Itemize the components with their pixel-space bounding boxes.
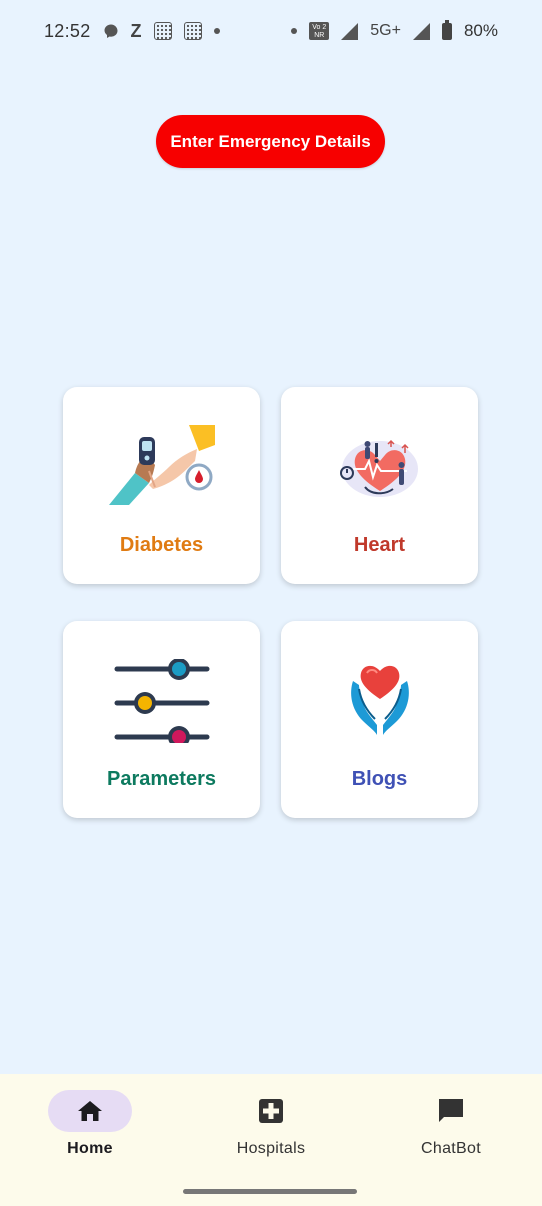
hospital-cross-icon bbox=[259, 1099, 283, 1123]
parameters-card[interactable]: Parameters bbox=[63, 621, 260, 818]
heart-card[interactable]: Heart bbox=[281, 387, 478, 584]
volte-icon: Vo 2 NR bbox=[309, 22, 330, 40]
heart-label: Heart bbox=[353, 534, 406, 556]
heart-in-hands-icon bbox=[351, 665, 409, 735]
signal-icon bbox=[412, 22, 430, 40]
hospitals-pill[interactable] bbox=[229, 1090, 313, 1132]
nav-item-home[interactable]: Home bbox=[30, 1090, 150, 1170]
chat-bubble-icon bbox=[439, 1099, 463, 1122]
network-type: 5G+ bbox=[370, 22, 401, 39]
status-left: 12:52 Z bbox=[44, 21, 220, 42]
messenger-icon bbox=[103, 23, 119, 39]
notification-dot-icon bbox=[213, 28, 220, 34]
battery-percent: 80% bbox=[463, 21, 498, 40]
signal-icon bbox=[341, 22, 359, 40]
diabetes-card[interactable]: Diabetes bbox=[63, 387, 260, 584]
blogs-label: Blogs bbox=[351, 768, 408, 790]
battery-icon bbox=[441, 19, 452, 40]
heart-checkup-icon bbox=[340, 439, 418, 497]
nav-item-hospitals[interactable]: Hospitals bbox=[211, 1090, 331, 1170]
z-icon: Z bbox=[130, 20, 142, 41]
home-active-indicator[interactable] bbox=[48, 1090, 132, 1132]
nav-label-hospitals: Hospitals bbox=[236, 1140, 306, 1157]
enter-emergency-details-button[interactable]: Enter Emergency Details bbox=[156, 115, 385, 168]
status-bar: 12:52 Z Vo 2 NR 5G+ 80% bbox=[0, 0, 542, 62]
grid-app-icon bbox=[183, 22, 202, 40]
home-icon bbox=[78, 1101, 102, 1121]
gesture-home-indicator[interactable] bbox=[183, 1189, 357, 1194]
parameters-label: Parameters bbox=[107, 768, 216, 790]
status-right: Vo 2 NR 5G+ 80% bbox=[291, 19, 498, 41]
diabetes-label: Diabetes bbox=[119, 534, 204, 556]
status-time: 12:52 bbox=[44, 20, 91, 41]
nav-label-chatbot: ChatBot bbox=[421, 1140, 481, 1157]
notification-dot-icon bbox=[291, 28, 298, 34]
blogs-card[interactable]: Blogs bbox=[281, 621, 478, 818]
sliders-icon bbox=[114, 659, 210, 743]
chatbot-pill[interactable] bbox=[409, 1090, 493, 1132]
nav-item-chatbot[interactable]: ChatBot bbox=[391, 1090, 511, 1170]
nav-label-home: Home bbox=[67, 1140, 113, 1157]
glucose-meter-icon bbox=[109, 425, 215, 505]
grid-app-icon bbox=[153, 22, 172, 40]
bottom-navigation: Home Hospitals ChatBot bbox=[0, 1074, 542, 1206]
